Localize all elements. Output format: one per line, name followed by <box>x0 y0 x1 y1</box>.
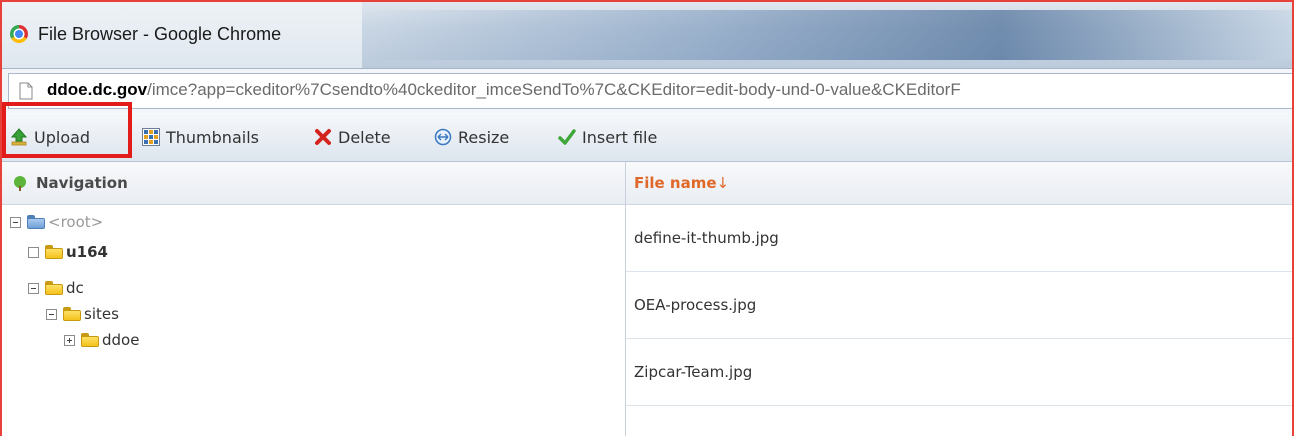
tree-item-sites[interactable]: sites <box>46 302 119 326</box>
file-name-column-header[interactable]: File name↓ <box>634 174 729 192</box>
file-list-header[interactable]: File name↓ <box>626 162 1292 205</box>
thumbnails-icon <box>142 128 160 146</box>
navigation-header: Navigation <box>2 162 625 205</box>
collapse-icon[interactable] <box>46 308 57 320</box>
tree-label-ddoe: ddoe <box>102 331 140 349</box>
resize-label: Resize <box>458 127 510 147</box>
navigation-panel: Navigation <root> u164 dc sites ddoe <box>2 162 626 436</box>
insert-file-label: Insert file <box>582 127 658 147</box>
upload-icon <box>10 128 28 146</box>
browser-window: File Browser - Google Chrome ddoe.dc.gov… <box>0 0 1294 436</box>
page-icon <box>19 82 33 100</box>
tree-item-root[interactable]: <root> <box>10 210 103 234</box>
folder-icon <box>63 307 81 321</box>
tree-label-root: <root> <box>48 213 104 231</box>
file-name: define-it-thumb.jpg <box>634 229 779 247</box>
resize-button[interactable]: Resize <box>434 113 509 161</box>
tree-label-u164: u164 <box>66 243 108 261</box>
collapse-icon[interactable] <box>10 216 21 228</box>
imce-toolbar: Upload Thumbnails Delete Resize Insert f… <box>2 113 1292 162</box>
expand-icon[interactable] <box>64 334 75 346</box>
url-field[interactable]: ddoe.dc.gov/imce?app=ckeditor%7Csendto%4… <box>8 73 1292 109</box>
folder-icon <box>27 215 45 229</box>
tree-item-u164[interactable]: u164 <box>28 240 108 264</box>
tree-label-sites: sites <box>84 305 119 323</box>
thumbnails-label: Thumbnails <box>166 127 259 147</box>
url-text: ddoe.dc.gov/imce?app=ckeditor%7Csendto%4… <box>47 80 961 100</box>
url-host: ddoe.dc.gov <box>47 80 148 99</box>
title-bar[interactable]: File Browser - Google Chrome <box>2 2 1292 68</box>
window-title: File Browser - Google Chrome <box>38 24 282 44</box>
folder-icon <box>45 281 63 295</box>
upload-button[interactable]: Upload <box>10 113 90 161</box>
tree-icon <box>14 176 26 191</box>
file-name: Zipcar-Team.jpg <box>634 363 753 381</box>
address-bar: ddoe.dc.gov/imce?app=ckeditor%7Csendto%4… <box>2 68 1292 114</box>
url-path: /imce?app=ckeditor%7Csendto%40ckeditor_i… <box>147 80 961 99</box>
file-name-header-label: File name <box>634 174 717 192</box>
file-row[interactable]: OEA-process.jpg <box>626 272 1292 339</box>
insert-file-button[interactable]: Insert file <box>558 113 657 161</box>
file-name: OEA-process.jpg <box>634 296 757 314</box>
delete-label: Delete <box>338 127 391 147</box>
delete-icon <box>315 129 331 145</box>
tree-item-ddoe[interactable]: ddoe <box>64 328 139 352</box>
expander-icon[interactable] <box>28 246 39 258</box>
file-list-panel: File name↓ define-it-thumb.jpg OEA-proce… <box>626 162 1292 436</box>
thumbnails-button[interactable]: Thumbnails <box>142 113 259 161</box>
collapse-icon[interactable] <box>28 282 39 294</box>
resize-icon <box>434 128 452 146</box>
sort-arrow-icon: ↓ <box>716 174 730 192</box>
upload-label: Upload <box>34 127 91 147</box>
checkmark-icon <box>558 129 576 145</box>
delete-button[interactable]: Delete <box>314 113 391 161</box>
file-row[interactable]: define-it-thumb.jpg <box>626 205 1292 272</box>
folder-icon <box>45 245 63 259</box>
tree-label-dc: dc <box>66 279 84 297</box>
tree-item-dc[interactable]: dc <box>28 276 84 300</box>
chrome-logo-icon <box>10 25 28 43</box>
folder-icon <box>81 333 99 347</box>
navigation-title: Navigation <box>36 174 128 192</box>
file-row[interactable]: Zipcar-Team.jpg <box>626 339 1292 406</box>
